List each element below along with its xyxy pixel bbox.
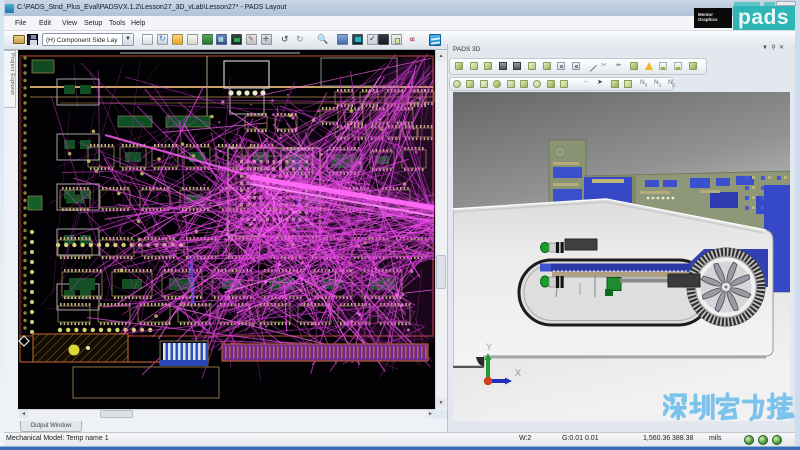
svg-text:Y: Y [486, 342, 492, 352]
svg-text:X: X [515, 368, 521, 378]
